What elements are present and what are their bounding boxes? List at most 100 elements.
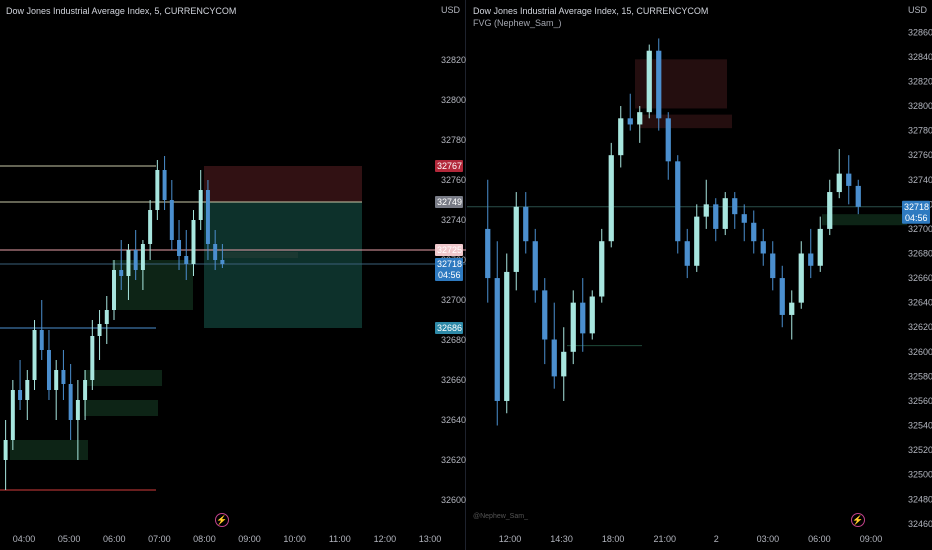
time-tick-label: 09:00 [860,534,883,544]
candle-body [18,390,23,400]
candle-body [779,278,785,315]
price-tick-label: 32600 [908,347,932,357]
time-tick-label: 18:00 [602,534,625,544]
candle-body [198,190,203,220]
price-tick-label: 32480 [908,494,932,504]
candle-body [599,241,605,297]
time-tick-label: 05:00 [58,534,81,544]
candle-body [732,198,738,215]
candle-body [155,170,160,210]
price-tick-label: 32760 [908,150,932,160]
price-tick-label: 32560 [908,396,932,406]
fvg-zone [10,440,88,460]
candle-body [808,253,814,266]
chart-canvas-5min[interactable]: 3282032800327803276032740327203270032680… [0,0,466,550]
candle-body [213,244,218,260]
price-tick-label: 32680 [441,335,466,345]
bearish-fvg-zone [639,114,732,129]
time-tick-label: 2 [714,534,719,544]
indicator-label: FVG (Nephew_Sam_) [473,18,562,28]
candle-body [205,190,210,244]
candle-body [532,241,538,291]
price-tick-label: 32740 [908,175,932,185]
candle-body [855,185,861,207]
chart-title-15min: Dow Jones Industrial Average Index, 15, … [473,5,708,29]
price-tick-label: 32700 [441,295,466,305]
price-tick-label: 32860 [908,27,932,37]
time-tick-label: 12:00 [374,534,397,544]
candle-body [169,200,174,240]
countdown-text: 04:56 [438,270,461,280]
candle-body [713,204,719,229]
time-tick-label: 21:00 [653,534,676,544]
price-tick-label: 32600 [441,495,466,505]
price-tick-label: 32500 [908,470,932,480]
price-tick-label: 32800 [441,95,466,105]
candle-body [119,270,124,276]
price-tick-label: 32580 [908,371,932,381]
price-tick-label: 32760 [441,175,466,185]
fvg-zone [84,370,162,386]
time-tick-label: 06:00 [808,534,831,544]
entry-price-tag-text: 32725 [437,245,462,255]
chart-title-15min-text: Dow Jones Industrial Average Index, 15, … [473,6,709,16]
candle-body [112,270,116,310]
candle-body [220,260,225,264]
chart-pane-5min[interactable]: 3282032800327803276032740327203270032680… [0,0,466,550]
candle-body [162,170,167,200]
price-tick-label: 32640 [908,298,932,308]
candle-body [75,400,80,420]
candle-body [54,370,59,390]
candle-body [140,244,145,270]
candle-body [789,302,795,315]
stop-loss-zone [204,166,362,202]
candle-body [504,271,510,401]
candle-body [46,350,51,390]
chart-canvas-15min[interactable]: 3286032840328203280032780327603274032720… [467,0,932,550]
time-tick-label: 03:00 [757,534,780,544]
candle-body [580,302,586,334]
price-tick-label: 32820 [908,76,932,86]
time-tick-label: 06:00 [103,534,126,544]
watermark: @Nephew_Sam_ [473,513,528,520]
candle-body [798,253,804,303]
candle-body [694,216,700,266]
candle-body [722,198,728,229]
price-tick-label: 32620 [908,322,932,332]
price-tick-label: 32700 [908,224,932,234]
price-tick-label: 32840 [908,52,932,62]
time-tick-label: 08:00 [193,534,216,544]
candle-body [817,228,823,266]
currency-label: USD [441,5,461,15]
candle-body [126,250,131,276]
candle-body [61,370,66,384]
chart-pane-15min[interactable]: 3286032840328203280032780327603274032720… [467,0,932,550]
price-tick-label: 32660 [441,375,466,385]
candle-body [675,161,681,242]
candle-body [751,222,757,242]
candle-body [3,440,8,460]
candle-body [513,206,519,272]
price-tick-label: 32540 [908,421,932,431]
candle-body [10,390,15,440]
lightning-icon[interactable]: ⚡ [215,513,229,527]
price-tick-label: 32620 [441,455,466,465]
candle-body [485,228,491,279]
candle-body [494,278,500,401]
fvg-zone [222,252,298,258]
price-tick-label: 32780 [908,126,932,136]
candle-body [836,173,842,193]
upper-price-tag-text: 32749 [437,197,462,207]
last-price-tag-text: 32718 [437,259,462,269]
candle-body [90,336,95,380]
candle-body [656,50,662,119]
time-tick-label: 11:00 [329,534,351,544]
candle-body [570,302,576,352]
price-tick-label: 32640 [441,415,466,425]
lightning-icon[interactable]: ⚡ [851,513,865,527]
price-tick-label: 32780 [441,135,466,145]
bullish-fvg-zone [822,214,907,226]
candle-body [561,351,567,377]
time-tick-label: 10:00 [283,534,306,544]
candle-body [646,50,652,113]
